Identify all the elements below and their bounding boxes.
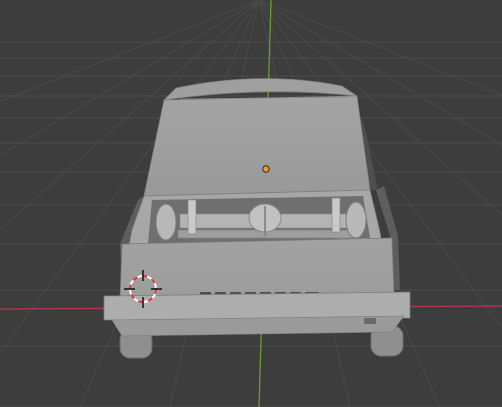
left-brake-drum xyxy=(155,203,177,241)
right-brake-drum xyxy=(345,201,367,239)
rear-bumper xyxy=(103,291,411,321)
left-shock xyxy=(187,199,197,235)
rear-body-panel xyxy=(119,237,395,301)
rear-window-panel xyxy=(143,95,371,197)
right-shock xyxy=(331,197,341,233)
3d-viewport[interactable] xyxy=(0,0,502,407)
object-origin-icon[interactable] xyxy=(262,165,270,173)
tow-hook xyxy=(364,318,376,324)
